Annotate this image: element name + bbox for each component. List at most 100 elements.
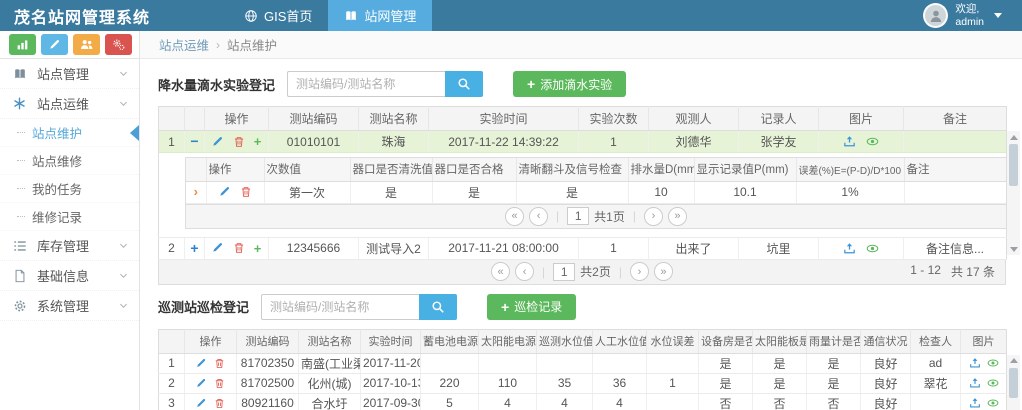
patrol-search-input[interactable]	[261, 294, 419, 320]
first-page-button[interactable]: «	[491, 262, 510, 281]
edit-icon[interactable]	[196, 378, 207, 389]
sidebar-item-inventory[interactable]: 库存管理	[0, 231, 139, 261]
add-drip-test-label: 添加滴水实验	[540, 76, 612, 93]
next-page-button[interactable]: ›	[644, 207, 663, 226]
add-patrol-record-label: 巡检记录	[514, 298, 562, 315]
avatar	[923, 3, 948, 28]
trash-icon[interactable]	[233, 136, 245, 148]
cell-station-code: 80921160	[237, 393, 299, 410]
nav-gis-home[interactable]: GIS首页	[228, 0, 328, 31]
col-telemetry-level: 巡测水位值	[537, 329, 593, 353]
last-page-button[interactable]: »	[654, 262, 673, 281]
add-drip-test-button[interactable]: + 添加滴水实验	[513, 71, 626, 97]
table-pagination: « ‹ | 1 共2页 | › » 1 - 12 共 17 条	[158, 260, 1006, 285]
collapse-row-toggle[interactable]: −	[190, 133, 198, 149]
prev-page-button[interactable]: ‹	[515, 262, 534, 281]
page-number-box[interactable]: 1	[567, 207, 589, 225]
trash-icon[interactable]	[214, 358, 225, 369]
cell-test-time: 2017-09-30	[361, 393, 421, 410]
next-page-button[interactable]: ›	[630, 262, 649, 281]
add-sub-record-icon[interactable]: +	[254, 135, 262, 148]
trash-icon[interactable]	[233, 242, 245, 254]
expanded-detail-row: 操作 次数值 器口是否清洗值 器口是否合格 清晰翻斗及信号检查 排水量D(mm)…	[159, 153, 1007, 238]
subcol-qualified: 器口是否合格	[432, 158, 516, 181]
upload-icon[interactable]	[843, 242, 856, 255]
edit-button[interactable]	[41, 34, 68, 55]
caret-down-icon[interactable]	[994, 13, 1002, 18]
settings-button[interactable]	[105, 34, 132, 55]
stats-button[interactable]	[9, 34, 36, 55]
eye-icon[interactable]	[987, 377, 999, 389]
sidebar-item-station-maintain[interactable]: 站点维护	[0, 119, 139, 147]
col-battery-voltage: 蓄电池电源电压	[421, 329, 479, 353]
breadcrumb: 站点运维 › 站点维护	[140, 31, 1022, 59]
last-page-button[interactable]: »	[668, 207, 687, 226]
sidebar-item-system[interactable]: 系统管理	[0, 291, 139, 321]
cell-level	[537, 353, 593, 373]
cell-test-count: 1	[579, 237, 649, 259]
cell-seq: 第一次	[264, 181, 350, 203]
breadcrumb-parent[interactable]: 站点运维	[159, 35, 209, 54]
cell-error: 1%	[796, 181, 904, 203]
search-button[interactable]	[445, 71, 483, 97]
subcol-signal-check: 清晰翻斗及信号检查	[516, 158, 628, 181]
scrollbar-thumb[interactable]	[1009, 368, 1018, 398]
trash-icon[interactable]	[214, 378, 225, 389]
sidebar-item-station-management[interactable]: 站点管理	[0, 59, 139, 89]
edit-icon[interactable]	[196, 398, 207, 409]
subtable-pagination: « ‹ | 1 共1页 | › »	[185, 205, 1007, 229]
add-patrol-record-button[interactable]: + 巡检记录	[487, 294, 576, 320]
edit-icon[interactable]	[196, 358, 207, 369]
cell-observer: 出来了	[649, 237, 739, 259]
sidebar-item-my-tasks[interactable]: 我的任务	[0, 175, 139, 203]
eye-icon[interactable]	[866, 242, 879, 255]
edit-icon[interactable]	[219, 186, 231, 198]
prev-page-button[interactable]: ‹	[529, 207, 548, 226]
vertical-scrollbar[interactable]	[1007, 131, 1020, 255]
upload-icon[interactable]	[843, 135, 856, 148]
cell-equipment-room: 是	[699, 373, 753, 393]
edit-icon[interactable]	[212, 242, 224, 254]
col-station-name: 测站名称	[359, 107, 429, 131]
upload-icon[interactable]	[969, 357, 981, 369]
cell-level-error: 1	[647, 373, 699, 393]
first-page-button[interactable]: «	[505, 207, 524, 226]
cell-comm-status: 良好	[861, 393, 911, 410]
eye-icon[interactable]	[987, 357, 999, 369]
eye-icon[interactable]	[987, 397, 999, 409]
eye-icon[interactable]	[866, 135, 879, 148]
sidebar-item-station-ops[interactable]: 站点运维	[0, 89, 139, 119]
search-button[interactable]	[419, 294, 457, 320]
user-menu[interactable]: 欢迎, admin	[923, 0, 1022, 31]
users-button[interactable]	[73, 34, 100, 55]
col-solar-voltage: 太阳能电源电压	[479, 329, 537, 353]
nav-station-manage[interactable]: 站网管理	[328, 0, 432, 31]
upload-icon[interactable]	[969, 397, 981, 409]
col-manual-level: 人工水位值	[593, 329, 647, 353]
cell-solar: 4	[479, 393, 537, 410]
col-test-time: 实验时间	[361, 329, 421, 353]
page-number-box[interactable]: 1	[553, 263, 575, 281]
expand-row-toggle[interactable]: +	[190, 240, 198, 256]
scroll-down-arrow[interactable]	[1007, 243, 1020, 255]
trash-icon[interactable]	[214, 398, 225, 409]
upload-icon[interactable]	[969, 377, 981, 389]
sidebar-item-repair-records[interactable]: 维修记录	[0, 203, 139, 231]
vertical-scrollbar[interactable]	[1007, 355, 1020, 410]
cell-battery: 5	[421, 393, 479, 410]
sidebar-item-station-repair[interactable]: 站点维修	[0, 147, 139, 175]
trash-icon[interactable]	[240, 186, 252, 198]
scroll-up-arrow[interactable]	[1007, 355, 1020, 367]
cell-station-name: 珠海	[359, 131, 429, 153]
sub-row-arrow-icon[interactable]: ›	[194, 184, 198, 199]
scroll-up-arrow[interactable]	[1007, 131, 1020, 143]
add-sub-record-icon[interactable]: +	[254, 242, 262, 255]
cell-solar: 110	[479, 373, 537, 393]
sidebar-item-base-info[interactable]: 基础信息	[0, 261, 139, 291]
station-search-input[interactable]	[287, 71, 445, 97]
cell-station-name: 合水圩	[299, 393, 361, 410]
col-level-error: 水位误差	[647, 329, 699, 353]
cell-comm-status: 良好	[861, 353, 911, 373]
edit-icon[interactable]	[212, 136, 224, 148]
scrollbar-thumb[interactable]	[1009, 144, 1018, 186]
